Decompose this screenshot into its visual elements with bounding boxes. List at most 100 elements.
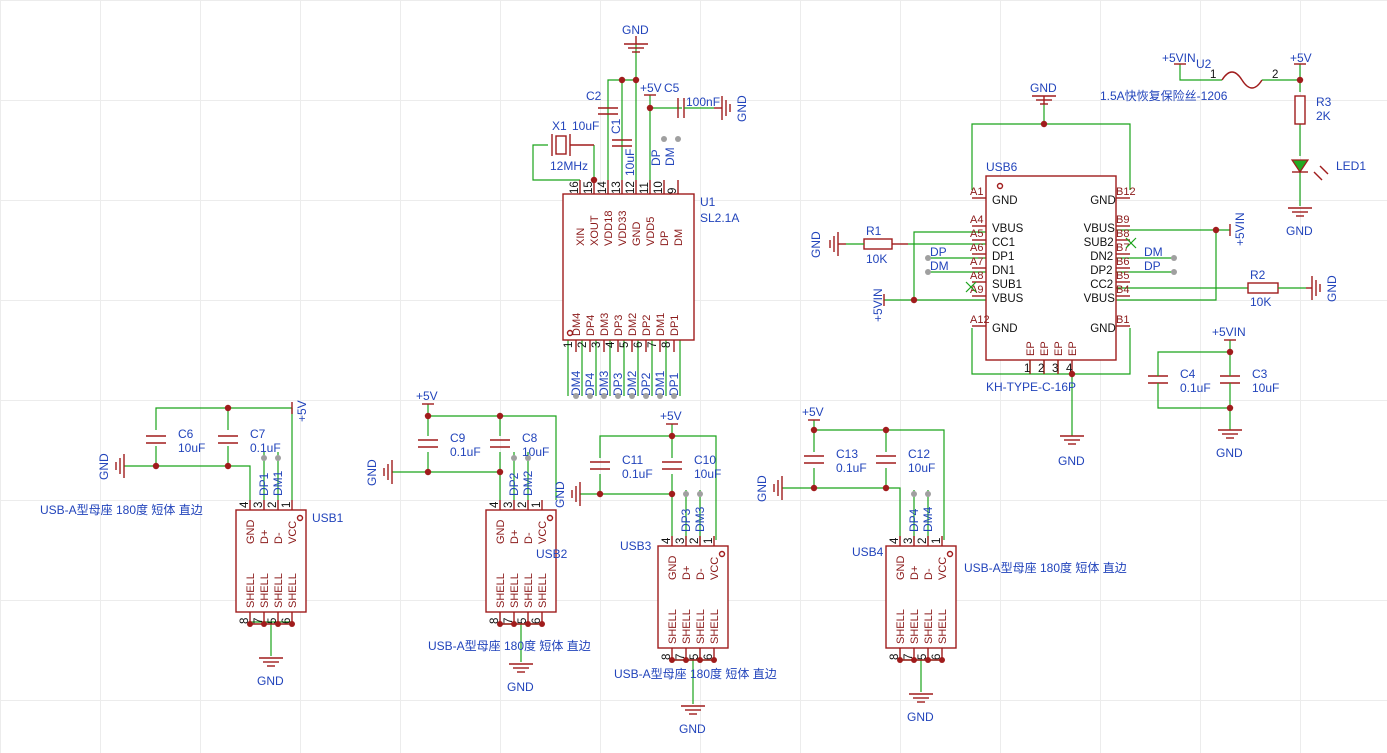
usb6-ep-name: EP <box>1053 341 1065 356</box>
usba-shell-name: SHELL <box>695 609 707 644</box>
usb6-pin-number: B5 <box>1116 270 1129 282</box>
junction <box>1226 348 1234 356</box>
net-label-dp: DP <box>1144 259 1161 273</box>
usb6-pin-name: DN2 <box>1090 251 1113 263</box>
gnd-label: GND <box>907 710 934 724</box>
usb6-pin-number: B1 <box>1116 314 1129 326</box>
usb-a-connector-usb3: 4GND8SHELL3D+7SHELL2D-5SHELL1VCC6SHELLUS… <box>614 491 777 681</box>
v5-symbol-u1: +5V <box>640 81 662 96</box>
usb6-pin-number: B8 <box>1116 228 1129 240</box>
net-label-dm: DM <box>663 147 677 166</box>
c1-ref: C1 <box>609 118 623 134</box>
net-flag <box>925 269 931 275</box>
usba-pin-name: VCC <box>287 521 299 544</box>
net-label-dm: DM <box>930 259 949 273</box>
c8-ref: C8 <box>522 431 538 445</box>
u1-pin-number: 11 <box>639 182 651 194</box>
usb6-pin-name: CC2 <box>1090 279 1113 291</box>
gnd-label: GND <box>553 481 567 508</box>
r1-value: 10K <box>866 252 887 266</box>
usba-shell-name: SHELL <box>709 609 721 644</box>
usb2-ref: USB2 <box>536 547 568 561</box>
v5-symbol: +5V <box>291 400 309 422</box>
u2-pin2: 2 <box>1272 69 1278 81</box>
usba-shell-name: SHELL <box>909 609 921 644</box>
junction <box>152 462 160 470</box>
gnd-label: GND <box>1286 224 1313 238</box>
net-label-dp1: DP1 <box>257 472 271 496</box>
net-label-dm4: DM4 <box>569 370 583 396</box>
u1-pin-number: 9 <box>667 188 679 194</box>
v5in-symbol-right: +5VIN <box>1229 212 1247 246</box>
usba-pin-name: GND <box>895 556 907 581</box>
gnd-label: GND <box>257 674 284 688</box>
r3-value: 2K <box>1316 109 1331 123</box>
usba-shell-name: SHELL <box>273 573 285 608</box>
r2-ref: R2 <box>1250 268 1266 282</box>
junction <box>590 176 598 184</box>
net-label-dp: DP <box>930 245 947 259</box>
c10-ref: C10 <box>694 453 716 467</box>
junction <box>496 412 504 420</box>
usb6-ep-name: EP <box>1067 341 1079 356</box>
u1-pin-name: DM3 <box>599 313 611 336</box>
u1-pin-number: 16 <box>569 181 581 194</box>
u2-pin1: 1 <box>1210 69 1216 81</box>
c10-value: 10uF <box>694 467 721 481</box>
junction <box>424 412 432 420</box>
u1-pin-number: 7 <box>647 342 659 348</box>
u1-pin-name: VDD18 <box>603 211 615 246</box>
u1-pin-number: 13 <box>611 181 623 194</box>
c8-value: 10uF <box>522 445 549 459</box>
capacitor-c10: C1010uF <box>662 453 721 481</box>
c12-ref: C12 <box>908 447 930 461</box>
v5-label: +5V <box>640 81 662 95</box>
usba-shell-name: SHELL <box>259 573 271 608</box>
usba-shell-name: SHELL <box>681 609 693 644</box>
resistor-r3: R3 2K <box>1294 95 1332 125</box>
junction <box>668 490 676 498</box>
v5in-label: +5VIN <box>1233 212 1247 246</box>
usb6-pin-name: GND <box>1090 323 1116 335</box>
junction <box>224 404 232 412</box>
gnd-symbol: GND <box>553 481 581 508</box>
v5in-label: +5VIN <box>1212 325 1246 339</box>
usba-pin-name: D- <box>923 568 935 580</box>
usba-shell-name: SHELL <box>509 573 521 608</box>
usb4-value: USB-A型母座 180度 短体 直边 <box>964 560 1127 575</box>
usba-pin-name: GND <box>667 556 679 581</box>
capacitor-c12: C1210uF <box>876 447 935 475</box>
u1-pin-number: 12 <box>625 181 637 194</box>
gnd-symbol-usb6-top: GND <box>1030 81 1057 105</box>
usb6-pin-name: CC1 <box>992 237 1015 249</box>
gnd-label: GND <box>755 475 769 502</box>
net-label-dm1: DM1 <box>271 470 285 496</box>
gnd-symbol-usb6-bottom: GND <box>1058 435 1085 468</box>
net-label-dm3: DM3 <box>597 370 611 396</box>
junction <box>496 468 504 476</box>
net-label-dm2: DM2 <box>521 470 535 496</box>
junction <box>646 104 654 112</box>
usba-pin-number: 3 <box>675 538 687 544</box>
usb6-pin-number: A6 <box>970 242 983 254</box>
v5-label: +5V <box>802 405 824 419</box>
u1-pin-name: DP3 <box>613 315 625 336</box>
net-label-dp3: DP3 <box>679 508 693 532</box>
gnd-label: GND <box>1030 81 1057 95</box>
gnd-label: GND <box>1058 454 1085 468</box>
gnd-label: GND <box>622 23 649 37</box>
net-label-dm1: DM1 <box>653 370 667 396</box>
junction <box>1296 76 1304 84</box>
usb6-ep-name: EP <box>1025 341 1037 356</box>
c3-value: 10uF <box>1252 381 1279 395</box>
u1-pin-name: GND <box>631 222 643 247</box>
usba-pin-number: 4 <box>489 501 501 508</box>
c9-ref: C9 <box>450 431 466 445</box>
usb6-ep-name: EP <box>1039 341 1051 356</box>
u1-pin-name: DP4 <box>585 315 597 336</box>
c6-ref: C6 <box>178 427 194 441</box>
junction <box>1212 226 1220 234</box>
capacitor-c1: C1 10uF <box>609 118 637 176</box>
usba-shell-name: SHELL <box>523 573 535 608</box>
v5in-symbol-c3: +5VIN <box>1212 325 1246 341</box>
